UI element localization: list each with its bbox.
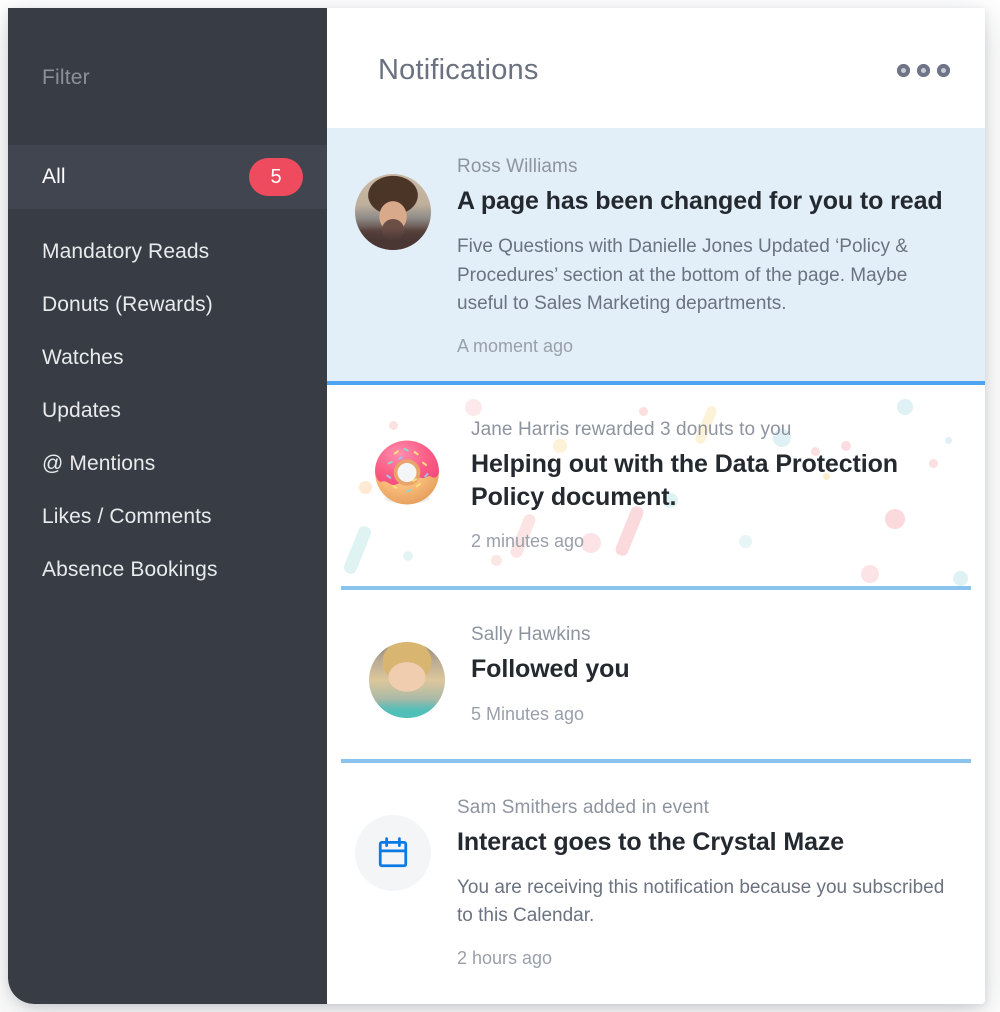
sidebar-item-label: Donuts (Rewards)	[42, 292, 213, 316]
notification-title: Interact goes to the Crystal Maze	[457, 827, 845, 856]
notification-meta: Sam Smithers added in event	[457, 796, 709, 818]
notification-title: Followed you	[471, 655, 630, 684]
avatar	[369, 642, 445, 719]
notification-timestamp: 2 hours ago	[457, 947, 553, 968]
notification-body: Jane Harris rewarded 3 donuts to you Hel…	[471, 419, 947, 553]
donut-icon	[369, 433, 445, 509]
confetti-dot	[639, 406, 648, 416]
notifications-content: Notifications Ross Williams A page has b…	[327, 8, 985, 1004]
notification-timestamp: 5 Minutes ago	[471, 703, 585, 724]
page-title: Notifications	[378, 54, 539, 86]
sidebar-item-label: Likes / Comments	[42, 504, 212, 528]
kebab-dot-1	[897, 64, 910, 77]
notification-item[interactable]: Sally Hawkins Followed you 5 Minutes ago	[341, 590, 971, 763]
kebab-dot-2	[917, 64, 930, 77]
confetti-dot	[897, 398, 913, 415]
notification-description: Five Questions with Danielle Jones Updat…	[457, 236, 908, 315]
confetti-dot	[491, 554, 502, 566]
notification-title: A page has been changed for you to read	[457, 187, 943, 215]
sidebar-item-all[interactable]: All 5	[8, 145, 327, 209]
sidebar-item-label: Watches	[42, 345, 124, 369]
notification-title: Helping out with the Data Protection Pol…	[471, 449, 898, 511]
notification-meta: Jane Harris rewarded 3 donuts to you	[471, 418, 792, 440]
notification-feed: Ross Williams A page has been changed fo…	[327, 128, 985, 993]
sidebar-item-donuts-rewards[interactable]: Donuts (Rewards)	[8, 278, 327, 331]
sidebar-item-label: @ Mentions	[42, 451, 156, 475]
confetti-bar	[342, 524, 373, 576]
notification-body: Sally Hawkins Followed you 5 Minutes ago	[471, 624, 947, 724]
sidebar-item-likes-comments[interactable]: Likes / Comments	[8, 490, 327, 543]
sidebar-item-mentions[interactable]: @ Mentions	[8, 437, 327, 490]
sidebar-item-updates[interactable]: Updates	[8, 384, 327, 437]
calendar-icon	[355, 814, 431, 891]
sidebar-item-absence-bookings[interactable]: Absence Bookings	[8, 543, 327, 596]
notification-body: Ross Williams A page has been changed fo…	[457, 156, 961, 357]
confetti-dot	[389, 420, 398, 430]
notification-description: You are receiving this notification beca…	[457, 876, 945, 927]
sidebar-item-watches[interactable]: Watches	[8, 331, 327, 384]
notification-item[interactable]: Sam Smithers added in event Interact goe…	[327, 763, 985, 993]
sidebar-item-label: Mandatory Reads	[42, 239, 210, 263]
notification-body: Sam Smithers added in event Interact goe…	[457, 797, 961, 969]
app-root: Filter All 5 Mandatory Reads Donuts (Rew…	[0, 0, 1000, 1012]
filter-sidebar: Filter All 5 Mandatory Reads Donuts (Rew…	[8, 8, 327, 1004]
confetti-dot	[403, 550, 413, 561]
notification-meta: Sally Hawkins	[471, 624, 591, 646]
filter-heading: Filter	[42, 66, 90, 89]
notification-meta: Ross Williams	[457, 156, 578, 177]
confetti-dot	[953, 570, 968, 586]
confetti-dot	[465, 398, 482, 416]
sidebar-item-mandatory-reads[interactable]: Mandatory Reads	[8, 225, 327, 278]
notification-item[interactable]: Jane Harris rewarded 3 donuts to you Hel…	[341, 384, 971, 591]
confetti-dot	[861, 564, 879, 583]
content-header: Notifications	[327, 8, 985, 128]
sidebar-item-label: Updates	[42, 398, 121, 422]
avatar	[355, 174, 431, 250]
unread-count-badge: 5	[249, 158, 303, 196]
sidebar-item-label: Absence Bookings	[42, 557, 218, 581]
notification-item[interactable]: Ross Williams A page has been changed fo…	[327, 128, 985, 385]
notifications-panel: Filter All 5 Mandatory Reads Donuts (Rew…	[8, 8, 985, 1004]
kebab-menu-icon[interactable]	[897, 64, 950, 77]
sidebar-item-label: All	[42, 165, 66, 188]
notification-timestamp: 2 minutes ago	[471, 531, 585, 552]
filter-nav-list: All 5 Mandatory Reads Donuts (Rewards) W…	[8, 145, 327, 596]
notification-timestamp: A moment ago	[457, 335, 574, 356]
kebab-dot-3	[937, 64, 950, 77]
